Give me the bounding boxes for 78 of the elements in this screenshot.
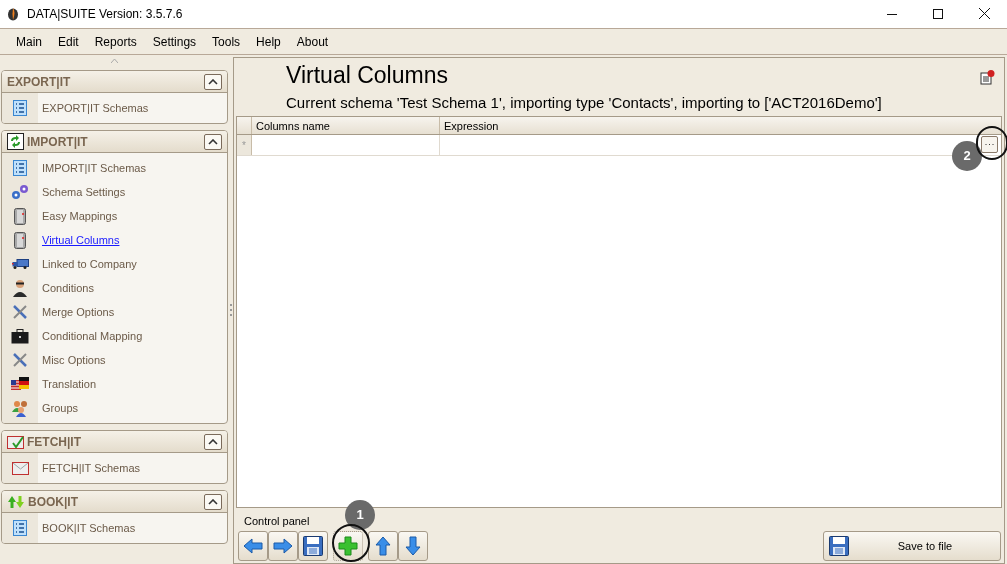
sidebar-link[interactable]: Conditional Mapping xyxy=(42,327,143,345)
panel-title: FETCH|IT xyxy=(27,433,82,451)
truck-icon xyxy=(11,259,29,269)
envelope-check-icon xyxy=(7,434,24,449)
flags-icon xyxy=(11,377,29,391)
new-row-marker: * xyxy=(237,135,252,155)
panel-title: IMPORT|IT xyxy=(27,133,88,151)
save-to-file-button[interactable]: Save to file xyxy=(823,531,1001,561)
list-icon xyxy=(13,160,27,176)
sidebar-link[interactable]: EXPORT|IT Schemas xyxy=(42,99,149,117)
sidebar-link[interactable]: FETCH|IT Schemas xyxy=(42,459,140,477)
envelope-icon xyxy=(11,461,29,475)
collapse-button[interactable] xyxy=(204,133,222,150)
menu-item[interactable]: Main xyxy=(8,32,50,51)
chevron-up-icon xyxy=(208,438,218,445)
menu-item[interactable]: Settings xyxy=(144,32,205,51)
gears-icon xyxy=(11,184,29,200)
sidebar-link[interactable]: Linked to Company xyxy=(42,255,137,273)
window-title: DATA|SUITE Version: 3.5.7.6 xyxy=(27,5,183,23)
sidebar-link[interactable]: Translation xyxy=(42,375,96,393)
chevron-up-icon xyxy=(208,138,218,145)
maximize-icon xyxy=(933,8,943,19)
menu-item[interactable]: Tools xyxy=(204,32,249,51)
panel-title: BOOK|IT xyxy=(28,493,79,511)
ellipsis-button[interactable] xyxy=(981,136,998,153)
menu-item[interactable]: Edit xyxy=(50,32,87,51)
forward-button[interactable] xyxy=(268,531,298,561)
sidebar-link[interactable]: Schema Settings xyxy=(42,183,126,201)
highlight-ring xyxy=(332,524,370,562)
plus-icon xyxy=(337,535,359,557)
sidebar-link[interactable]: Groups xyxy=(42,399,79,417)
app-logo-icon xyxy=(7,6,19,21)
column-header[interactable]: Columns name xyxy=(252,117,440,134)
tools-icon xyxy=(12,352,28,368)
sidebar-link[interactable]: IMPORT|IT Schemas xyxy=(42,159,146,177)
move-up-button[interactable] xyxy=(368,531,398,561)
panel-title: EXPORT|IT xyxy=(7,73,71,91)
person-icon xyxy=(13,279,27,297)
highlight-ring xyxy=(976,126,1007,160)
sidebar-link[interactable]: BOOK|IT Schemas xyxy=(42,519,136,537)
sidebar-link[interactable]: Easy Mappings xyxy=(42,207,118,225)
menu-item[interactable]: Reports xyxy=(86,32,145,51)
people-icon xyxy=(11,399,29,417)
column-header[interactable]: Expression xyxy=(440,117,1001,134)
briefcase-icon xyxy=(11,328,29,344)
tools-icon xyxy=(12,304,28,320)
down-arrow-icon xyxy=(402,535,424,557)
back-button[interactable] xyxy=(238,531,268,561)
chevron-up-icon xyxy=(208,498,218,505)
chevron-up-icon xyxy=(208,78,218,85)
add-button[interactable] xyxy=(333,531,363,561)
help-document-icon[interactable] xyxy=(980,69,996,85)
list-icon xyxy=(13,100,27,116)
ellipsis-icon xyxy=(985,143,994,146)
collapse-button[interactable] xyxy=(204,73,222,90)
right-arrow-icon xyxy=(272,535,294,557)
server-icon xyxy=(14,231,26,249)
sidebar-link[interactable]: Merge Options xyxy=(42,303,115,321)
sidebar-link[interactable]: Misc Options xyxy=(42,351,106,369)
sidebar-link[interactable]: Conditions xyxy=(42,279,94,297)
save-button[interactable] xyxy=(298,531,328,561)
move-down-button[interactable] xyxy=(398,531,428,561)
close-icon xyxy=(978,8,990,19)
sync-arrows-icon xyxy=(7,493,25,510)
menu-item[interactable]: Help xyxy=(248,32,289,51)
collapse-button[interactable] xyxy=(204,493,222,510)
sidebar-link[interactable]: Virtual Columns xyxy=(42,231,120,249)
splitter-grip-icon[interactable] xyxy=(229,303,232,316)
left-arrow-icon xyxy=(242,535,264,557)
page-subtitle: Current schema 'Test Schema 1', importing type 'Contacts', importing to ['ACT2016Demo'] xyxy=(286,93,882,113)
collapse-button[interactable] xyxy=(204,433,222,450)
refresh-icon xyxy=(7,133,24,150)
list-icon xyxy=(13,520,27,536)
server-icon xyxy=(14,207,26,225)
control-panel-label: Control panel xyxy=(244,513,310,529)
page-title: Virtual Columns xyxy=(286,61,449,89)
up-arrow-icon xyxy=(372,535,394,557)
menu-item[interactable]: About xyxy=(288,32,337,51)
